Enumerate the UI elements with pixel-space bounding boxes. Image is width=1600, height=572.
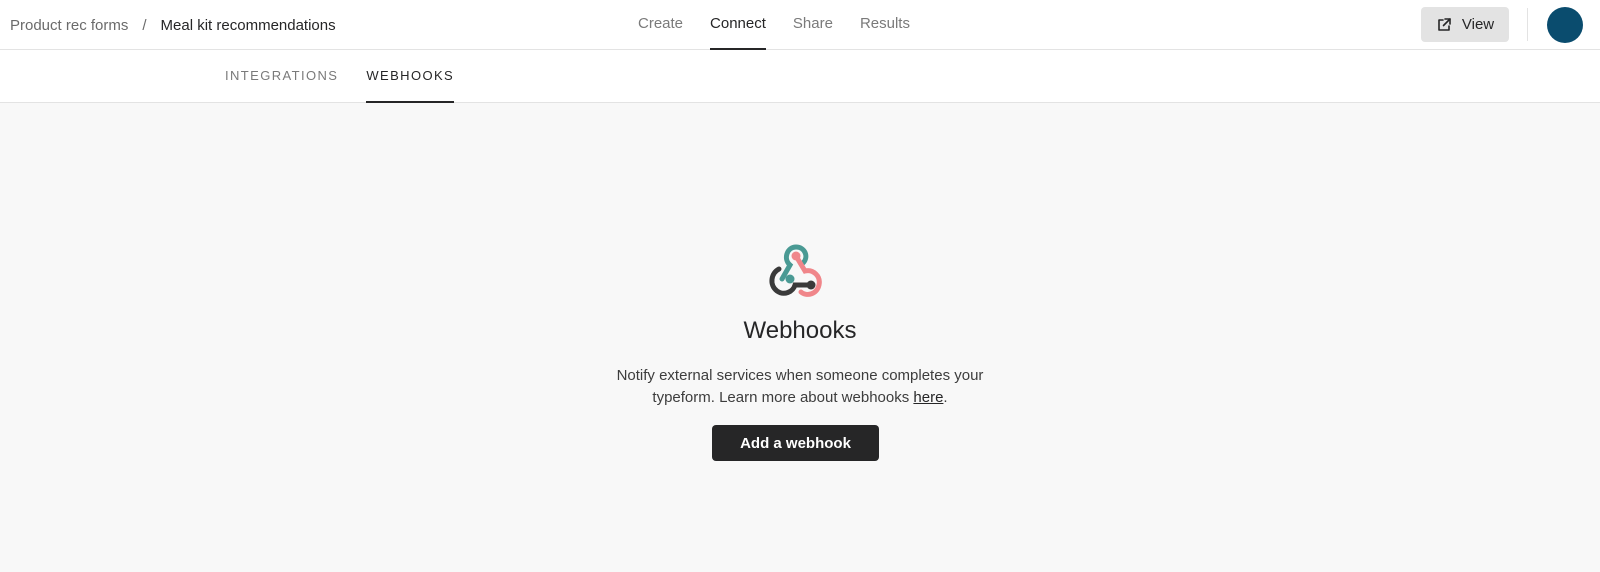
view-button-label: View <box>1461 16 1495 33</box>
tab-connect[interactable]: Connect <box>710 0 766 50</box>
webhook-icon <box>769 244 822 297</box>
tab-integrations[interactable]: INTEGRATIONS <box>225 50 338 103</box>
external-link-icon <box>1436 17 1452 33</box>
description-suffix: . <box>943 389 948 406</box>
tab-webhooks[interactable]: WEBHOOKS <box>366 50 455 103</box>
breadcrumb-separator: / <box>142 16 147 34</box>
header-divider <box>1527 8 1528 41</box>
top-navigation-bar: Product rec forms / Meal kit recommendat… <box>0 0 1600 50</box>
main-tabs: Create Connect Share Results <box>638 0 937 50</box>
tab-create[interactable]: Create <box>638 0 683 50</box>
tab-results[interactable]: Results <box>860 0 910 50</box>
add-webhook-button[interactable]: Add a webhook <box>712 425 879 461</box>
webhooks-empty-state: Webhooks Notify external services when s… <box>0 103 1600 572</box>
breadcrumb-form-title[interactable]: Meal kit recommendations <box>161 17 336 34</box>
avatar[interactable] <box>1547 7 1583 43</box>
learn-more-link[interactable]: here <box>913 389 943 406</box>
tab-share[interactable]: Share <box>793 0 833 50</box>
breadcrumb-workspace-link[interactable]: Product rec forms <box>10 17 128 34</box>
empty-state-description: Notify external services when someone co… <box>590 365 1010 409</box>
connect-subnav: INTEGRATIONS WEBHOOKS <box>0 50 1600 103</box>
breadcrumb: Product rec forms / Meal kit recommendat… <box>10 0 336 50</box>
empty-state-title: Webhooks <box>743 317 857 344</box>
view-button[interactable]: View <box>1421 7 1509 42</box>
sub-tabs: INTEGRATIONS WEBHOOKS <box>225 50 482 103</box>
